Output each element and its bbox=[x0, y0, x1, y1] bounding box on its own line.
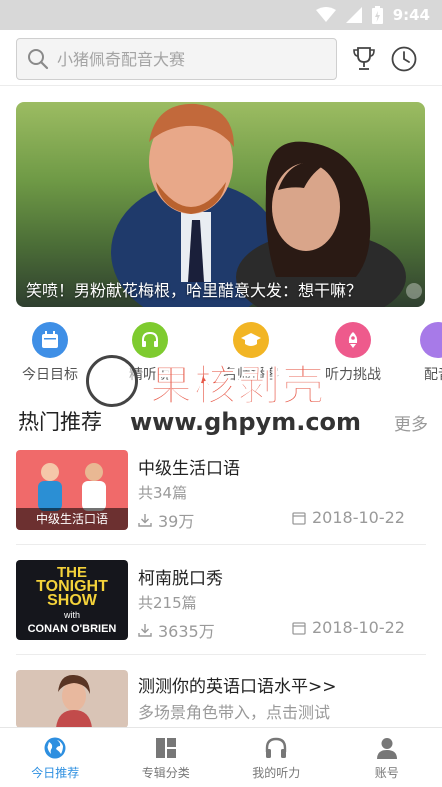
app-screen: 9:44 小猪佩奇配音大赛 笑喷！男粉献花梅根，哈里醋意大发：想干嘛？ 今日目标… bbox=[0, 0, 442, 787]
signal-icon bbox=[345, 7, 362, 23]
calendar-icon bbox=[292, 621, 306, 635]
section-title: 热门推荐 bbox=[18, 410, 102, 434]
more-link[interactable]: 更多 bbox=[394, 410, 428, 435]
banner-caption: 笑喷！男粉献花梅根，哈里醋意大发：想干嘛？ bbox=[26, 281, 363, 300]
tab-label: 今日推荐 bbox=[31, 766, 80, 780]
battery-icon bbox=[371, 6, 383, 24]
divider bbox=[16, 654, 426, 655]
album-thumbnail: 中级生活口语 bbox=[16, 450, 128, 530]
category-dubbing[interactable]: 配音 bbox=[408, 322, 442, 384]
list-item-count: 共215篇 bbox=[138, 594, 197, 612]
category-label: 今日目标 bbox=[22, 367, 78, 383]
wifi-icon bbox=[315, 7, 336, 22]
category-today-goal[interactable]: 今日目标 bbox=[10, 322, 90, 384]
update-date-value: 2018-10-22 bbox=[312, 618, 405, 637]
watermark-logo bbox=[86, 355, 138, 407]
bottom-nav: 今日推荐 专辑分类 我的听力 账号 bbox=[0, 727, 442, 787]
tab-account[interactable]: 账号 bbox=[332, 728, 442, 787]
tab-today-recommend[interactable]: 今日推荐 bbox=[0, 728, 111, 787]
clock-icon bbox=[391, 46, 417, 72]
tab-label: 专辑分类 bbox=[141, 766, 190, 780]
list-item-count: 共34篇 bbox=[138, 484, 188, 502]
globe-icon bbox=[44, 737, 66, 759]
headphones-icon bbox=[266, 737, 287, 758]
user-icon bbox=[376, 738, 397, 759]
status-time: 9:44 bbox=[392, 6, 430, 24]
play-count-value: 3635万 bbox=[158, 622, 215, 641]
grid-icon bbox=[155, 738, 176, 758]
list-item-title: 测测你的英语口语水平>> bbox=[138, 677, 337, 697]
update-date: 2018-10-22 bbox=[292, 508, 405, 527]
tab-label: 我的听力 bbox=[252, 766, 301, 780]
category-label: 配音 bbox=[424, 367, 442, 383]
mic-icon bbox=[420, 322, 442, 358]
banner-carousel[interactable]: 笑喷！男粉献花梅根，哈里醋意大发：想干嘛？ bbox=[16, 102, 425, 307]
trophy-button[interactable] bbox=[349, 44, 379, 74]
list-item-title: 中级生活口语 bbox=[138, 459, 240, 479]
top-bar bbox=[0, 30, 442, 86]
download-icon bbox=[138, 514, 152, 527]
play-count: 39万 bbox=[138, 508, 194, 532]
play-count: 3635万 bbox=[138, 618, 215, 642]
list-item-title: 柯南脱口秀 bbox=[138, 569, 223, 589]
banner-more-icon bbox=[406, 283, 422, 299]
album-thumbnail bbox=[16, 670, 128, 728]
watermark-url: www.ghpym.com bbox=[130, 408, 362, 436]
thumbnail-text: THE TONIGHT SHOW with CONAN O'BRIEN bbox=[27, 564, 117, 635]
album-thumbnail: THE TONIGHT SHOW with CONAN O'BRIEN bbox=[16, 560, 128, 640]
thumbnail-label: 中级生活口语 bbox=[35, 512, 108, 526]
divider bbox=[16, 544, 426, 545]
update-date-value: 2018-10-22 bbox=[312, 508, 405, 527]
tab-my-listening[interactable]: 我的听力 bbox=[221, 728, 332, 787]
watermark-text: 果核剥壳 bbox=[149, 361, 327, 411]
tab-label: 账号 bbox=[374, 766, 399, 780]
calendar-icon bbox=[292, 511, 306, 525]
search-input[interactable] bbox=[57, 49, 307, 69]
history-button[interactable] bbox=[389, 44, 419, 74]
trophy-icon bbox=[353, 47, 375, 70]
status-bar: 9:44 bbox=[0, 0, 442, 30]
list-item-subtitle: 多场景角色带入，点击测试 bbox=[138, 703, 331, 722]
tab-album-category[interactable]: 专辑分类 bbox=[111, 728, 222, 787]
update-date: 2018-10-22 bbox=[292, 618, 405, 637]
download-icon bbox=[138, 624, 152, 637]
rocket-icon bbox=[335, 322, 371, 358]
search-icon bbox=[28, 49, 49, 70]
list-item[interactable]: THE TONIGHT SHOW with CONAN O'BRIEN 柯南脱口… bbox=[0, 558, 442, 668]
play-count-value: 39万 bbox=[158, 512, 195, 531]
search-box[interactable] bbox=[16, 38, 337, 80]
calendar-icon bbox=[32, 322, 68, 358]
list-item[interactable]: 中级生活口语 中级生活口语 共34篇 39万 2018-10-22 bbox=[0, 448, 442, 558]
